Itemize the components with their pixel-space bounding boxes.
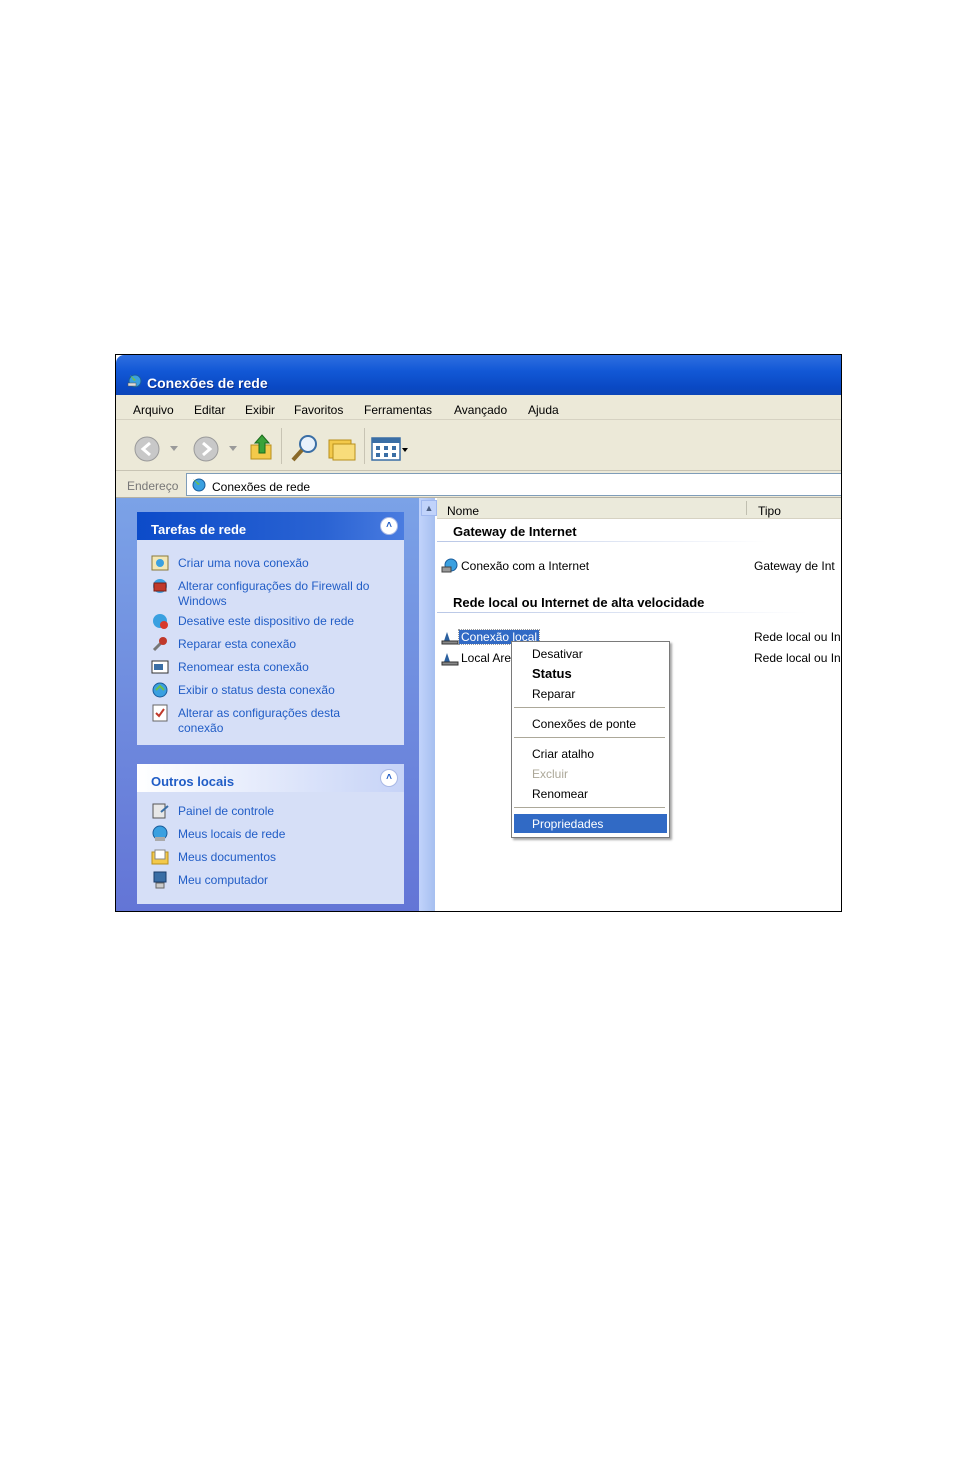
menu-item-renomear[interactable]: Renomear <box>532 787 588 801</box>
menu-separator <box>514 807 665 808</box>
task-label: Criar uma nova conexão <box>178 556 309 570</box>
collapse-icon[interactable]: ˄ <box>380 517 398 535</box>
task-label: Exibir o status desta conexão <box>178 683 335 697</box>
menu-item-desativar[interactable]: Desativar <box>532 647 583 661</box>
window-title: Conexões de rede <box>147 375 268 391</box>
menu-separator <box>514 707 665 708</box>
address-field[interactable]: Conexões de rede <box>186 473 841 496</box>
menu-item-reparar[interactable]: Reparar <box>532 687 575 701</box>
settings-icon <box>152 704 168 722</box>
menu-ajuda[interactable]: Ajuda <box>528 403 559 417</box>
tasks-box: Tarefas de rede ˄ Criar uma nova conexão… <box>137 512 404 745</box>
menu-exibir[interactable]: Exibir <box>245 403 275 417</box>
control-panel-icon <box>152 803 169 819</box>
place-label: Meus locais de rede <box>178 827 286 841</box>
task-label: Renomear esta conexão <box>178 660 309 674</box>
group-divider <box>437 541 767 542</box>
folders-icon[interactable] <box>326 434 356 462</box>
menu-editar[interactable]: Editar <box>194 403 225 417</box>
group-title: Rede local ou Internet de alta velocidad… <box>453 595 705 610</box>
network-places-icon <box>152 825 168 841</box>
column-header: Nome Tipo <box>437 498 841 519</box>
place-label: Meus documentos <box>178 850 277 864</box>
column-name[interactable]: Nome <box>447 504 479 518</box>
place-label: Painel de controle <box>178 804 275 818</box>
address-label: Endereço <box>127 479 179 493</box>
internet-gateway-icon <box>441 558 458 573</box>
computer-icon <box>153 871 167 889</box>
toolbar-separator <box>364 428 365 464</box>
firewall-icon <box>153 579 167 593</box>
back-icon[interactable] <box>133 435 161 463</box>
lan-connection-icon <box>441 632 459 645</box>
menu-avancado[interactable]: Avançado <box>454 403 507 417</box>
column-separator[interactable] <box>746 501 747 515</box>
search-icon[interactable] <box>289 432 321 464</box>
column-type[interactable]: Tipo <box>758 504 781 518</box>
item-type: Rede local ou In <box>754 651 841 665</box>
network-connections-icon <box>127 374 142 388</box>
views-icon[interactable] <box>371 437 411 461</box>
menu-item-excluir: Excluir <box>532 767 569 781</box>
group-divider <box>437 612 807 613</box>
scroll-up-icon[interactable]: ▲ <box>421 500 437 516</box>
other-places-box-header[interactable]: Outros locais ˄ <box>137 764 404 792</box>
menu-favoritos[interactable]: Favoritos <box>294 403 343 417</box>
address-value: Conexões de rede <box>212 480 311 494</box>
network-connections-icon <box>192 478 206 492</box>
status-icon <box>152 682 168 698</box>
task-pane: Tarefas de rede ˄ Criar uma nova conexão… <box>116 498 419 911</box>
address-bar: Endereço Conexões de rede <box>116 471 841 498</box>
back-dropdown-icon[interactable] <box>170 446 178 452</box>
item-name: Conexão com a Internet <box>461 559 590 573</box>
repair-icon <box>152 637 167 652</box>
toolbar <box>116 420 841 471</box>
item-type: Gateway de Int <box>754 559 835 573</box>
menu-item-conexoes-de-ponte[interactable]: Conexões de ponte <box>532 717 636 731</box>
forward-dropdown-icon[interactable] <box>229 446 237 452</box>
tasks-box-header[interactable]: Tarefas de rede ˄ <box>137 512 404 540</box>
group-title: Gateway de Internet <box>453 524 577 539</box>
task-label: Alterar configurações do Firewall do Win… <box>178 579 370 608</box>
item-name: Local Are <box>461 651 512 665</box>
forward-icon[interactable] <box>192 435 220 463</box>
screenshot-frame: Conexões de rede Arquivo Editar Exibir F… <box>115 354 842 912</box>
title-bar[interactable]: Conexões de rede <box>116 355 841 395</box>
tasks-box-title: Tarefas de rede <box>151 522 247 537</box>
up-folder-icon[interactable] <box>249 433 275 463</box>
menu-item-criar-atalho[interactable]: Criar atalho <box>532 747 594 761</box>
menu-item-status[interactable]: Status <box>532 666 572 681</box>
new-connection-icon <box>151 555 169 571</box>
place-label: Meu computador <box>178 873 269 887</box>
other-places-box-title: Outros locais <box>151 774 235 789</box>
lan-connection-icon <box>441 653 459 666</box>
task-label: Reparar esta conexão <box>178 637 297 651</box>
task-label: Desative este dispositivo de rede <box>178 614 355 628</box>
other-places-box: Outros locais ˄ Painel de controle Meus … <box>137 764 404 904</box>
menu-item-propriedades[interactable]: Propriedades <box>532 817 603 831</box>
task-label: Alterar as configurações desta conexão <box>178 706 341 735</box>
menu-separator <box>514 737 665 738</box>
menu-arquivo[interactable]: Arquivo <box>133 403 174 417</box>
documents-icon <box>151 849 169 865</box>
item-type: Rede local ou In <box>754 630 841 644</box>
context-menu: Desativar Status Reparar Conexões de pon… <box>511 641 670 838</box>
disable-network-icon <box>153 614 168 629</box>
pane-scrollbar[interactable] <box>419 498 435 911</box>
menu-bar: Arquivo Editar Exibir Favoritos Ferramen… <box>116 395 841 420</box>
toolbar-separator <box>281 428 282 464</box>
menu-ferramentas[interactable]: Ferramentas <box>364 403 432 417</box>
collapse-icon[interactable]: ˄ <box>380 769 398 787</box>
rename-icon <box>151 660 169 674</box>
